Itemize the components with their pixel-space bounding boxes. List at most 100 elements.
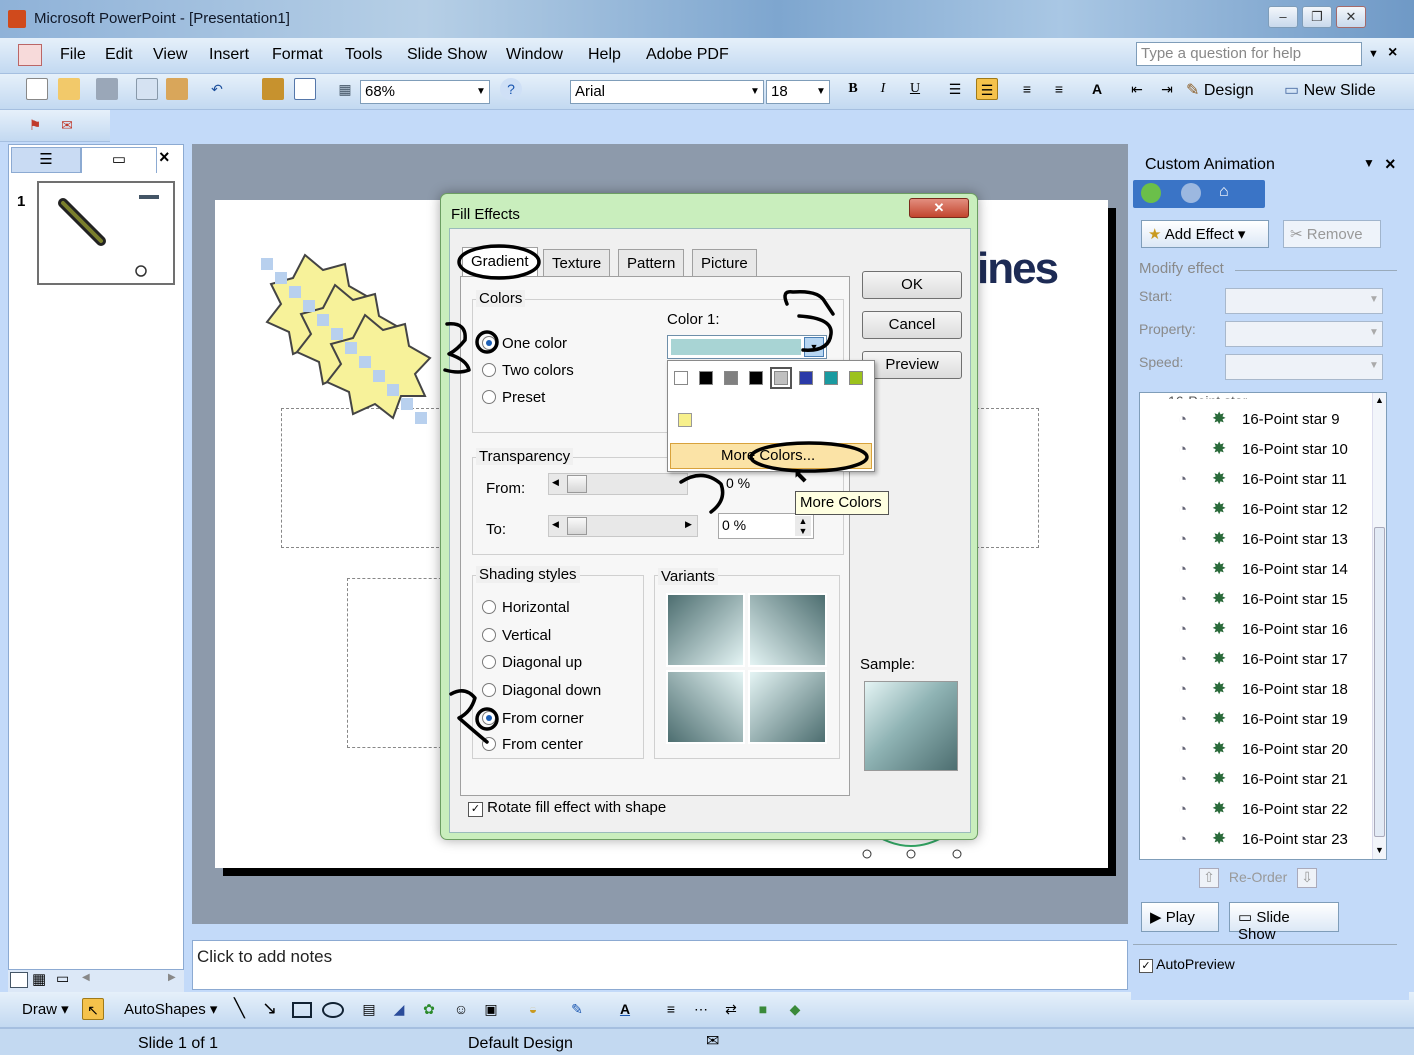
- bullets-icon[interactable]: ≡: [1048, 78, 1070, 100]
- decrease-indent-icon[interactable]: ⇤: [1126, 78, 1148, 100]
- close-pane-icon[interactable]: ×: [159, 147, 170, 168]
- palette-swatch[interactable]: [699, 371, 713, 385]
- variant-top-right[interactable]: [748, 593, 827, 667]
- chart-icon[interactable]: [262, 78, 284, 100]
- slider-right-icon[interactable]: ▶: [685, 519, 692, 530]
- preview-button[interactable]: Preview: [862, 351, 962, 379]
- tab-texture[interactable]: Texture: [543, 249, 611, 277]
- autoshapes-menu[interactable]: AutoShapes ▾: [124, 1000, 217, 1018]
- copy-icon[interactable]: [136, 78, 158, 100]
- palette-swatch[interactable]: [674, 371, 688, 385]
- menu-tools[interactable]: Tools: [345, 46, 382, 64]
- add-effect-button[interactable]: ★ Add Effect ▾: [1141, 220, 1269, 248]
- menu-help[interactable]: Help: [588, 46, 621, 64]
- close-pane-icon[interactable]: ×: [1385, 154, 1396, 175]
- arrow-icon[interactable]: ↘: [262, 998, 277, 1019]
- diagonal-down-radio[interactable]: [482, 683, 496, 697]
- animation-list[interactable]: ▲ ▼ 16-Point star ◔✸16-Point star 9 ◔✸16…: [1139, 392, 1387, 860]
- scroll-right-icon[interactable]: ▶: [168, 972, 176, 983]
- palette-swatch[interactable]: [799, 371, 813, 385]
- chevron-down-icon[interactable]: ▼: [1366, 322, 1382, 344]
- pdf-email-icon[interactable]: ✉: [56, 114, 78, 136]
- align-center-icon[interactable]: ☰: [976, 78, 998, 100]
- list-item[interactable]: ◔ ✸ 16-Point star 23: [1152, 829, 1382, 859]
- more-colors-item[interactable]: More Colors...: [670, 443, 872, 469]
- diagonal-up-radio[interactable]: [482, 655, 496, 669]
- line-icon[interactable]: ╲: [234, 998, 245, 1019]
- pane-menu-icon[interactable]: ▼: [1363, 156, 1375, 170]
- variant-top-left[interactable]: [666, 593, 745, 667]
- print-icon[interactable]: [96, 78, 118, 100]
- palette-swatch[interactable]: [849, 371, 863, 385]
- menu-format[interactable]: Format: [272, 46, 323, 64]
- text-placeholder-2[interactable]: [347, 578, 447, 748]
- tab-pattern[interactable]: Pattern: [618, 249, 685, 277]
- slider-left-icon[interactable]: ◀: [552, 519, 559, 530]
- ok-button[interactable]: OK: [862, 271, 962, 299]
- from-value[interactable]: 0 %: [722, 473, 788, 495]
- tab-picture[interactable]: Picture: [692, 249, 757, 277]
- autopreview-checkbox[interactable]: ✓ AutoPreview: [1139, 956, 1235, 973]
- open-icon[interactable]: [58, 78, 80, 100]
- italic-button[interactable]: I: [872, 78, 894, 100]
- list-item[interactable]: ◔ ✸ 16-Point star 17: [1152, 649, 1382, 679]
- wordart-text[interactable]: ines: [977, 244, 1059, 294]
- diagram-icon[interactable]: ✿: [418, 998, 440, 1020]
- start-select[interactable]: ▼: [1225, 288, 1383, 314]
- home-icon[interactable]: ⌂: [1219, 183, 1229, 201]
- dash-style-icon[interactable]: ⋯: [690, 998, 712, 1020]
- oval-icon[interactable]: [322, 1002, 344, 1018]
- slider-thumb[interactable]: [567, 517, 587, 535]
- fill-color-icon[interactable]: ◒: [522, 998, 544, 1020]
- menu-view[interactable]: View: [153, 46, 187, 64]
- list-item[interactable]: ◔ ✸ 16-Point star 9: [1152, 409, 1382, 439]
- increase-font-icon[interactable]: A: [1086, 78, 1108, 100]
- rotate-checkbox[interactable]: ✓ Rotate fill effect with shape: [468, 799, 666, 817]
- list-item[interactable]: ◔ ✸ 16-Point star 18: [1152, 679, 1382, 709]
- palette-swatch[interactable]: [770, 367, 792, 389]
- slider-thumb[interactable]: [567, 475, 587, 493]
- normal-view-icon[interactable]: [10, 972, 28, 988]
- select-pointer-icon[interactable]: ↖: [82, 998, 104, 1020]
- chevron-down-icon[interactable]: ▼: [1366, 289, 1382, 311]
- design-button[interactable]: ✎ Design: [1186, 80, 1254, 100]
- dialog-close-button[interactable]: ✕: [909, 198, 969, 218]
- play-button[interactable]: ▶ Play: [1141, 902, 1219, 932]
- back-icon[interactable]: [1141, 183, 1161, 203]
- document-icon[interactable]: [18, 44, 42, 66]
- pdf-convert-icon[interactable]: ⚑: [24, 114, 46, 136]
- recent-color-swatch[interactable]: [678, 413, 692, 427]
- font-size-select[interactable]: 18 ▼: [766, 80, 830, 104]
- speed-select[interactable]: ▼: [1225, 354, 1383, 380]
- scroll-left-icon[interactable]: ◀: [82, 972, 90, 983]
- help-icon[interactable]: ?: [500, 78, 522, 100]
- draw-menu[interactable]: Draw ▾: [22, 1000, 69, 1018]
- list-item[interactable]: ◔ ✸ 16-Point star 16: [1152, 619, 1382, 649]
- list-item[interactable]: ◔ ✸ 16-Point star 22: [1152, 799, 1382, 829]
- preset-radio[interactable]: [482, 390, 496, 404]
- move-down-icon[interactable]: ⇩: [1297, 868, 1318, 888]
- list-item[interactable]: ◔ ✸ 16-Point star 21: [1152, 769, 1382, 799]
- list-item[interactable]: ◔ ✸ 16-Point star 14: [1152, 559, 1382, 589]
- slide-show-button[interactable]: ▭ Slide Show: [1229, 902, 1339, 943]
- slides-tab[interactable]: ▭: [81, 147, 157, 173]
- picture-icon[interactable]: ▣: [480, 998, 502, 1020]
- variant-bottom-right[interactable]: [748, 670, 827, 744]
- from-slider[interactable]: ◀: [548, 473, 688, 495]
- font-select[interactable]: Arial ▼: [570, 80, 764, 104]
- spinner-icon[interactable]: ▲ ▼: [795, 516, 811, 536]
- minimize-button[interactable]: –: [1268, 6, 1298, 28]
- undo-icon[interactable]: ↶: [206, 78, 228, 100]
- clipart-icon[interactable]: ☺: [450, 998, 472, 1020]
- chevron-down-icon[interactable]: ▼: [1366, 355, 1382, 377]
- list-item[interactable]: ◔ ✸ 16-Point star 20: [1152, 739, 1382, 769]
- list-item[interactable]: ◔ ✸ 16-Point star 12: [1152, 499, 1382, 529]
- to-value-field[interactable]: 0 % ▲ ▼: [718, 513, 814, 539]
- scroll-up-icon[interactable]: ▲: [1375, 395, 1384, 405]
- list-item[interactable]: ◔ ✸ 16-Point star 19: [1152, 709, 1382, 739]
- new-icon[interactable]: [26, 78, 48, 100]
- slide-sorter-icon[interactable]: ▦: [32, 970, 46, 988]
- list-item[interactable]: ◔ ✸ 16-Point star 15: [1152, 589, 1382, 619]
- move-up-icon[interactable]: ⇧: [1199, 868, 1219, 888]
- arrow-style-icon[interactable]: ⇄: [720, 998, 742, 1020]
